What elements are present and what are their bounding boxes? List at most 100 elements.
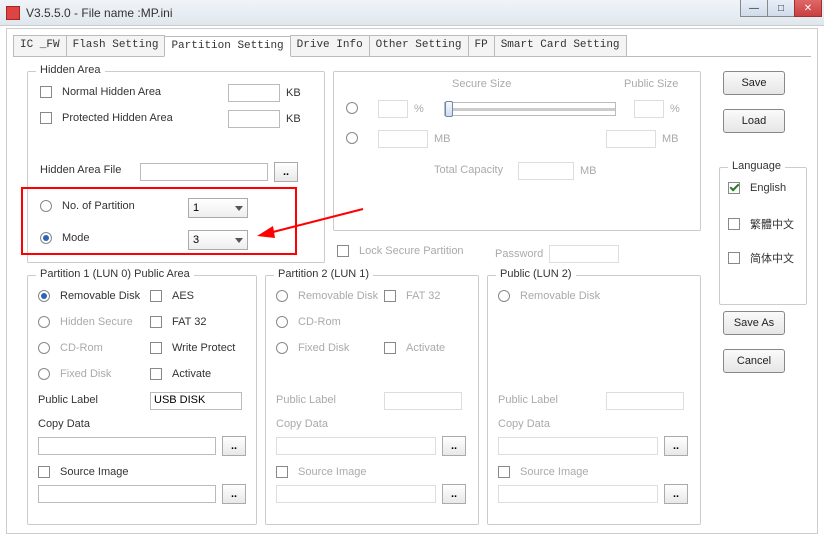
title-bar: V3.5.5.0 - File name :MP.ini — □ ✕: [0, 0, 824, 26]
public-mb-input[interactable]: [606, 130, 656, 148]
normal-hidden-checkbox[interactable]: [40, 86, 52, 98]
p1-publiclabel-input[interactable]: USB DISK: [150, 392, 242, 410]
lock-secure-checkbox[interactable]: [337, 245, 349, 257]
public-pct-input[interactable]: [634, 100, 664, 118]
p1-fat32-label: FAT 32: [172, 316, 206, 328]
password-label: Password: [495, 248, 543, 260]
p1-copydata-input[interactable]: [38, 437, 216, 455]
slider-thumb[interactable]: [445, 101, 453, 117]
p2-cdrom-label: CD-Rom: [298, 316, 341, 328]
tab-partition-setting[interactable]: Partition Setting: [164, 36, 290, 57]
language-title: Language: [728, 160, 785, 172]
p1-copydata-browse-button[interactable]: ..: [222, 436, 246, 456]
save-button[interactable]: Save: [723, 71, 785, 95]
minimize-button[interactable]: —: [740, 0, 768, 17]
p1-fat32-checkbox[interactable]: [150, 316, 162, 328]
mb-label-2: MB: [662, 133, 679, 145]
p1-copydata-label: Copy Data: [38, 418, 90, 430]
p1-aes-checkbox[interactable]: [150, 290, 162, 302]
p3-source-checkbox[interactable]: [498, 466, 510, 478]
p3-removable-label: Removable Disk: [520, 290, 600, 302]
hidden-area-title: Hidden Area: [36, 64, 105, 76]
p3-source-browse-button[interactable]: ..: [664, 484, 688, 504]
english-checkbox[interactable]: [728, 182, 740, 194]
mb-radio[interactable]: [346, 132, 358, 144]
protected-hidden-size-input[interactable]: [228, 110, 280, 128]
trad-chinese-checkbox[interactable]: [728, 218, 740, 230]
p1-hidden-radio[interactable]: [38, 316, 50, 328]
p2-fixed-radio[interactable]: [276, 342, 288, 354]
size-slider[interactable]: [444, 102, 616, 116]
p2-fixed-label: Fixed Disk: [298, 342, 349, 354]
p1-activate-checkbox[interactable]: [150, 368, 162, 380]
public-size-label: Public Size: [624, 78, 678, 90]
p2-activate-label: Activate: [406, 342, 445, 354]
tab-drive-info[interactable]: Drive Info: [290, 35, 370, 56]
hidden-file-input[interactable]: [140, 163, 268, 181]
p3-removable-radio[interactable]: [498, 290, 510, 302]
p1-removable-radio[interactable]: [38, 290, 50, 302]
secure-mb-input[interactable]: [378, 130, 428, 148]
p3-copydata-input[interactable]: [498, 437, 658, 455]
normal-hidden-label: Normal Hidden Area: [62, 86, 161, 98]
tab-ic-fw[interactable]: IC _FW: [13, 35, 67, 56]
total-capacity-label: Total Capacity: [434, 164, 503, 176]
app-icon: [6, 6, 20, 20]
p1-source-browse-button[interactable]: ..: [222, 484, 246, 504]
p2-publiclabel-input[interactable]: [384, 392, 462, 410]
p3-source-input[interactable]: [498, 485, 658, 503]
side-panel2: Save As Cancel: [723, 311, 803, 373]
close-button[interactable]: ✕: [794, 0, 822, 17]
save-as-button[interactable]: Save As: [723, 311, 785, 335]
p2-activate-checkbox[interactable]: [384, 342, 396, 354]
window-title: V3.5.5.0 - File name :MP.ini: [26, 6, 173, 20]
tab-flash-setting[interactable]: Flash Setting: [66, 35, 166, 56]
partition1-group: Partition 1 (LUN 0) Public Area Removabl…: [27, 275, 257, 525]
p2-publiclabel-label: Public Label: [276, 394, 336, 406]
side-panel: Save Load: [723, 71, 803, 133]
p3-copydata-browse-button[interactable]: ..: [664, 436, 688, 456]
p2-cdrom-radio[interactable]: [276, 316, 288, 328]
normal-hidden-size-input[interactable]: [228, 84, 280, 102]
hidden-file-browse-button[interactable]: ..: [274, 162, 298, 182]
p1-cdrom-label: CD-Rom: [60, 342, 103, 354]
p3-source-label: Source Image: [520, 466, 588, 478]
tab-smart-card[interactable]: Smart Card Setting: [494, 35, 627, 56]
secure-group: Secure Size Public Size % % MB MB Total …: [333, 71, 701, 231]
tab-bar: IC _FW Flash Setting Partition Setting D…: [13, 35, 811, 57]
mb-label-1: MB: [434, 133, 451, 145]
lock-secure-label: Lock Secure Partition: [359, 245, 464, 257]
p1-cdrom-radio[interactable]: [38, 342, 50, 354]
language-group: Language English 繁體中文 简体中文: [719, 167, 807, 305]
pct-label-1: %: [414, 103, 424, 115]
p2-source-input[interactable]: [276, 485, 436, 503]
password-input[interactable]: [549, 245, 619, 263]
p3-copydata-label: Copy Data: [498, 418, 550, 430]
simp-chinese-checkbox[interactable]: [728, 252, 740, 264]
p2-source-browse-button[interactable]: ..: [442, 484, 466, 504]
hidden-file-label: Hidden Area File: [40, 164, 121, 176]
p2-source-checkbox[interactable]: [276, 466, 288, 478]
p1-fixed-label: Fixed Disk: [60, 368, 111, 380]
maximize-button[interactable]: □: [767, 0, 795, 17]
protected-hidden-label: Protected Hidden Area: [62, 112, 173, 124]
tab-fp[interactable]: FP: [468, 35, 495, 56]
pct-radio[interactable]: [346, 102, 358, 114]
pct-label-2: %: [670, 103, 680, 115]
tab-other-setting[interactable]: Other Setting: [369, 35, 469, 56]
p2-copydata-label: Copy Data: [276, 418, 328, 430]
p1-source-checkbox[interactable]: [38, 466, 50, 478]
p2-removable-radio[interactable]: [276, 290, 288, 302]
p2-copydata-input[interactable]: [276, 437, 436, 455]
protected-hidden-checkbox[interactable]: [40, 112, 52, 124]
p1-source-input[interactable]: [38, 485, 216, 503]
p2-fat32-checkbox[interactable]: [384, 290, 396, 302]
secure-pct-input[interactable]: [378, 100, 408, 118]
p1-fixed-radio[interactable]: [38, 368, 50, 380]
p1-wp-label: Write Protect: [172, 342, 235, 354]
load-button[interactable]: Load: [723, 109, 785, 133]
p3-publiclabel-input[interactable]: [606, 392, 684, 410]
p1-wp-checkbox[interactable]: [150, 342, 162, 354]
cancel-button[interactable]: Cancel: [723, 349, 785, 373]
p2-copydata-browse-button[interactable]: ..: [442, 436, 466, 456]
